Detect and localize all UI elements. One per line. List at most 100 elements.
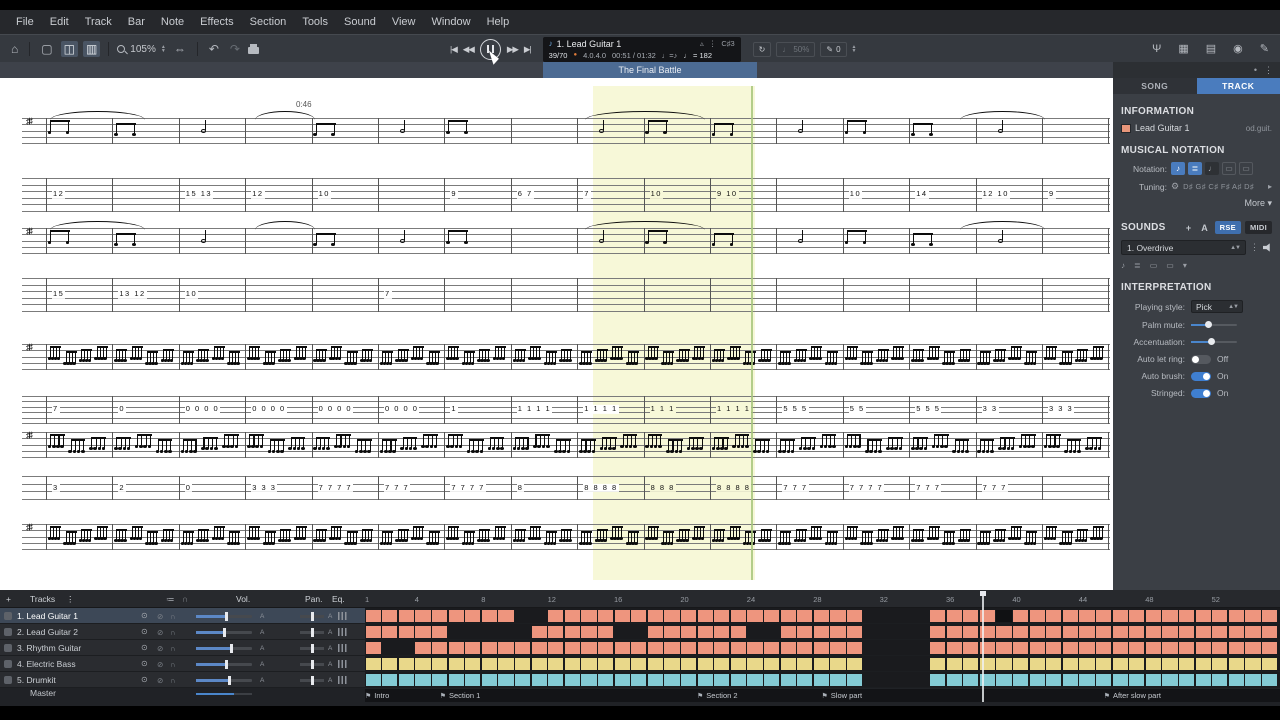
menu-track[interactable]: Track (77, 16, 120, 28)
bar-cell[interactable] (465, 657, 481, 670)
bar-cell[interactable] (730, 625, 746, 638)
bar-cell[interactable] (581, 673, 597, 686)
bar-cell[interactable] (1079, 657, 1095, 670)
bar-cell[interactable] (763, 657, 780, 670)
tuner-icon[interactable]: Ψ (1149, 42, 1164, 57)
bar-cell[interactable] (481, 673, 497, 686)
bar-cell[interactable] (1195, 673, 1211, 686)
current-track-label[interactable]: 1. Lead Guitar 1 (557, 39, 622, 49)
bar-cell[interactable] (382, 657, 398, 670)
bar-cell[interactable] (481, 657, 497, 670)
bar-cell[interactable] (747, 673, 763, 686)
bar-cell[interactable] (714, 625, 730, 638)
bar-cell[interactable] (1046, 657, 1062, 670)
track-row[interactable]: 3. Rhythm Guitar ⊙ ⊘ ∩ A A (0, 640, 1280, 656)
volume-slider[interactable] (196, 627, 252, 637)
section-marker[interactable]: ⚑ Intro (365, 691, 389, 700)
playhead[interactable] (980, 591, 985, 702)
volume-slider[interactable] (196, 643, 252, 653)
bar-cell[interactable] (365, 673, 381, 686)
bar-cell[interactable] (946, 609, 962, 622)
tuning-value[interactable]: D♯ G♯ C♯ F♯ A♯ D♯ (1183, 182, 1254, 191)
bar-cell[interactable] (498, 657, 514, 670)
master-volume-slider[interactable] (196, 692, 252, 695)
pan-automation-button[interactable]: A (328, 677, 332, 684)
bar-cell[interactable] (531, 625, 547, 638)
eq-icon[interactable] (338, 644, 347, 652)
fretboard-icon[interactable]: ▦ (1175, 42, 1191, 57)
bar-cell[interactable] (714, 609, 730, 622)
bar-cell[interactable] (1212, 609, 1228, 622)
mute-icon[interactable]: ⊘ (157, 612, 163, 621)
bar-cell[interactable] (730, 641, 746, 654)
bar-cell[interactable] (813, 625, 829, 638)
track-name[interactable]: 2. Lead Guitar 2 (17, 627, 78, 637)
bar-cell[interactable] (846, 625, 863, 638)
bar-cell[interactable] (797, 657, 813, 670)
bar-cell[interactable] (581, 657, 597, 670)
zoom-level[interactable]: 105% (130, 44, 156, 55)
bar-cell[interactable] (1245, 625, 1261, 638)
bar-cell[interactable] (431, 609, 448, 622)
bar-cell[interactable] (1261, 609, 1278, 622)
tablature-button[interactable]: ≣ (1188, 162, 1202, 175)
sound-select[interactable]: 1. Overdrive ▲▼ (1121, 240, 1246, 255)
bar-cell[interactable] (1062, 657, 1078, 670)
bar-cell[interactable] (1095, 609, 1112, 622)
bar-cell[interactable] (946, 625, 962, 638)
bar-cell[interactable] (1012, 673, 1029, 686)
bar-cell[interactable] (664, 625, 680, 638)
slash-notation-button[interactable]: ♩ (1205, 162, 1219, 175)
bar-cell[interactable] (1245, 609, 1261, 622)
edit-position-cell[interactable] (996, 609, 1012, 622)
bar-cell[interactable] (465, 609, 481, 622)
bar-cell[interactable] (1012, 625, 1029, 638)
solo-icon[interactable]: ∩ (170, 628, 175, 637)
bar-cell[interactable] (614, 673, 630, 686)
track-row[interactable]: 1. Lead Guitar 1 ⊙ ⊘ ∩ A A (0, 608, 1280, 624)
pan-slider[interactable] (300, 643, 324, 653)
pan-automation-button[interactable]: A (328, 629, 332, 636)
more-button[interactable]: More ▾ (1244, 198, 1272, 209)
eq-icon[interactable] (338, 660, 347, 668)
bar-cell[interactable] (1162, 609, 1178, 622)
bar-cell[interactable] (1228, 625, 1244, 638)
bar-cell[interactable] (929, 657, 946, 670)
bar-cell[interactable] (647, 657, 663, 670)
bar-cell[interactable] (780, 673, 796, 686)
bar-cell[interactable] (747, 609, 763, 622)
volume-automation-button[interactable]: A (260, 613, 264, 620)
bar-cell[interactable] (697, 673, 713, 686)
bar-cell[interactable] (1129, 641, 1145, 654)
bar-cell[interactable] (763, 673, 780, 686)
bar-cell[interactable] (564, 625, 580, 638)
bar-cell[interactable] (548, 625, 564, 638)
bar-cell[interactable] (797, 625, 813, 638)
track-name[interactable]: 5. Drumkit (17, 675, 56, 685)
bar-cell[interactable] (996, 641, 1012, 654)
bar-cell[interactable] (680, 609, 697, 622)
bar-cell[interactable] (780, 641, 796, 654)
bar-cell[interactable] (498, 673, 514, 686)
bar-cell[interactable] (1112, 657, 1128, 670)
bar-cell[interactable] (929, 641, 946, 654)
bar-cell[interactable] (1046, 673, 1062, 686)
bar-cell[interactable] (431, 641, 448, 654)
bar-cell[interactable] (481, 641, 497, 654)
score-area[interactable]: 0:46 ♯♯ 12 15 13 12 10 9 6 7 7 10 9 10 10 14 12 10 9 ♯… (0, 78, 1113, 590)
track-timeline[interactable] (365, 672, 1280, 687)
palm-mute-slider[interactable] (1191, 321, 1237, 329)
bar-cell[interactable] (465, 673, 481, 686)
track-row[interactable]: 5. Drumkit ⊙ ⊘ ∩ A A (0, 672, 1280, 688)
bar-cell[interactable] (1195, 625, 1211, 638)
master-track-row[interactable]: Master (0, 688, 365, 699)
single-page-view-icon[interactable]: ▢ (38, 41, 55, 57)
bar-cell[interactable] (1046, 641, 1062, 654)
bar-cell[interactable] (1046, 625, 1062, 638)
audio-output-icon[interactable]: ◉ (1230, 42, 1246, 57)
bar-cell[interactable] (996, 673, 1012, 686)
bar-cell[interactable] (714, 673, 730, 686)
standard-notation-button[interactable]: ♪ (1171, 162, 1185, 175)
solo-icon[interactable]: ∩ (170, 660, 175, 669)
stringed-toggle[interactable] (1191, 388, 1211, 398)
